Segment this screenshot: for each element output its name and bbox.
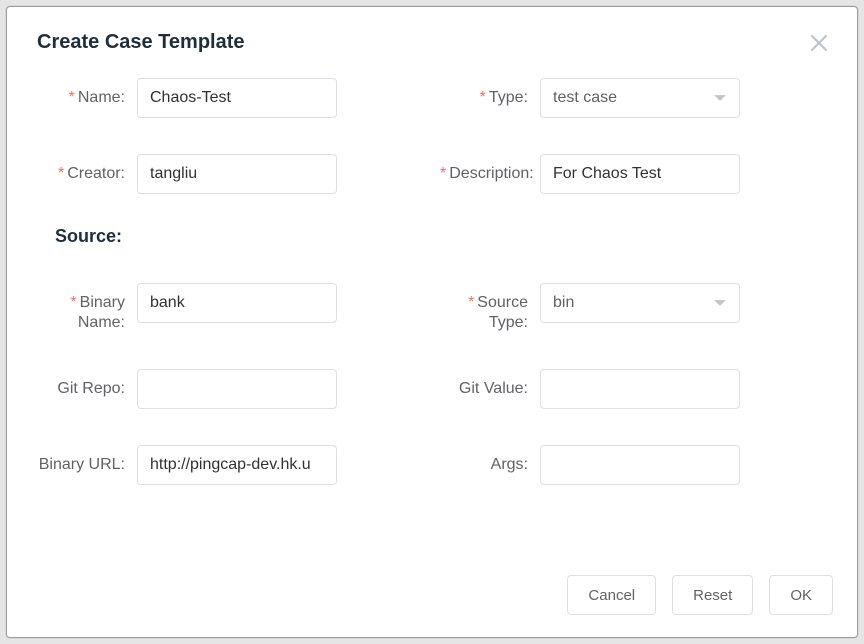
creator-input[interactable] <box>137 154 337 194</box>
modal-title: Create Case Template <box>37 31 827 54</box>
binary-url-label: Binary URL: <box>37 445 137 475</box>
close-icon[interactable] <box>807 31 831 55</box>
description-label: *Description: <box>440 154 540 184</box>
git-value-label: Git Value: <box>440 369 540 399</box>
cancel-button[interactable]: Cancel <box>567 575 656 615</box>
modal-header: Create Case Template <box>7 7 857 54</box>
binary-name-label: *Binary Name: <box>37 283 137 333</box>
binary-name-input[interactable] <box>137 283 337 323</box>
args-input[interactable] <box>540 445 740 485</box>
source-section-title: Source: <box>37 226 827 247</box>
name-label: *Name: <box>37 78 137 108</box>
modal-footer: Cancel Reset OK <box>7 557 857 637</box>
binary-url-input[interactable] <box>137 445 337 485</box>
chevron-down-icon <box>713 91 727 105</box>
ok-button[interactable]: OK <box>769 575 833 615</box>
source-type-label: *Source Type: <box>440 283 540 333</box>
git-value-input[interactable] <box>540 369 740 409</box>
source-type-select[interactable]: bin <box>540 283 740 323</box>
name-input[interactable] <box>137 78 337 118</box>
reset-button[interactable]: Reset <box>672 575 753 615</box>
creator-label: *Creator: <box>37 154 137 184</box>
chevron-down-icon <box>713 296 727 310</box>
args-label: Args: <box>440 445 540 475</box>
type-label: *Type: <box>440 78 540 108</box>
source-type-select-value: bin <box>553 294 574 312</box>
git-repo-label: Git Repo: <box>37 369 137 399</box>
type-select[interactable]: test case <box>540 78 740 118</box>
modal-body: *Name: *Type: test case <box>7 54 857 557</box>
description-input[interactable] <box>540 154 740 194</box>
create-case-template-modal: Create Case Template *Name: *Type: <box>6 6 858 638</box>
git-repo-input[interactable] <box>137 369 337 409</box>
type-select-value: test case <box>553 89 617 107</box>
